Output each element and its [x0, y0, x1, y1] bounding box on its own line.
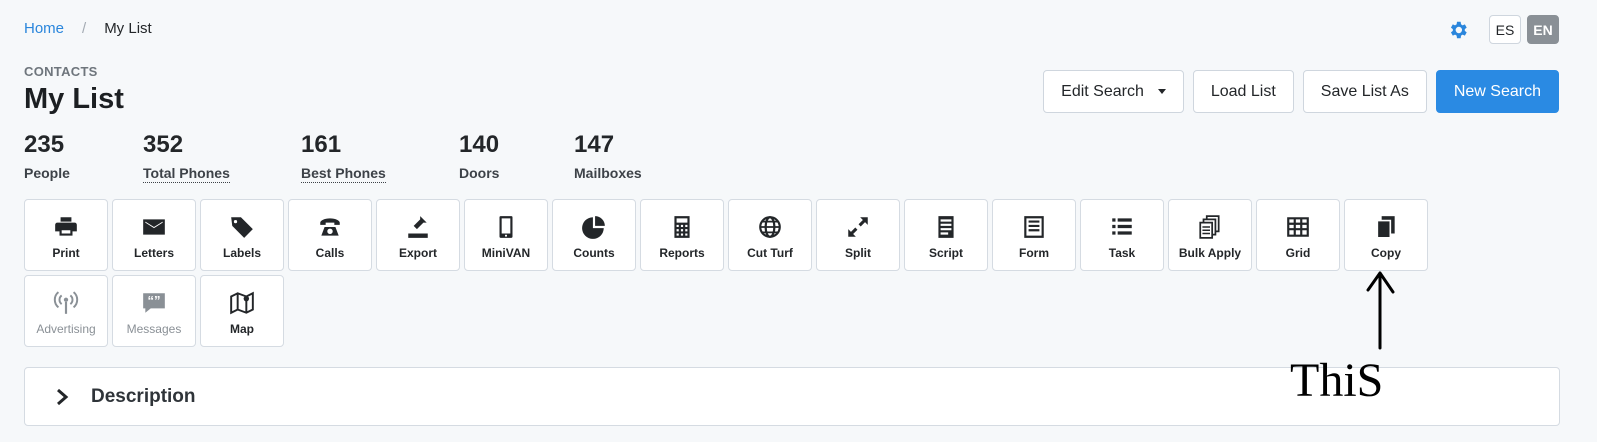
- tool-label: Form: [1019, 246, 1049, 260]
- stat-best-phones: 161 Best Phones: [301, 133, 459, 183]
- page-title: My List: [24, 83, 124, 115]
- tool-label: Split: [845, 246, 871, 260]
- globe-icon: [759, 216, 781, 238]
- quote-bubble-icon: “”: [143, 293, 165, 313]
- stat-label: People: [24, 165, 70, 181]
- tool-label: Copy: [1371, 246, 1401, 260]
- description-label: Description: [91, 385, 196, 407]
- stats-row: 235 People 352 Total Phones 161 Best Pho…: [24, 133, 694, 183]
- breadcrumb-current: My List: [104, 20, 152, 37]
- top-right-controls: ES EN: [1447, 15, 1559, 44]
- edit-search-label: Edit Search: [1061, 82, 1144, 100]
- phone-icon: [320, 218, 340, 236]
- tool-label: Reports: [659, 246, 705, 260]
- tool-label: Letters: [133, 246, 174, 260]
- language-en-button[interactable]: EN: [1527, 15, 1559, 44]
- tool-label: Script: [928, 246, 963, 260]
- list-icon: [1112, 218, 1132, 235]
- edit-search-button[interactable]: Edit Search: [1043, 70, 1184, 113]
- annotation-text: ThiS: [1290, 354, 1383, 403]
- stat-value: 140: [459, 131, 500, 158]
- tool-reports[interactable]: Reports: [640, 199, 724, 271]
- stat-value: 147: [574, 131, 615, 158]
- map-icon: [230, 291, 254, 315]
- broadcast-icon: [53, 291, 79, 314]
- breadcrumb: Home / My List: [24, 20, 152, 37]
- grid-icon: [1287, 217, 1309, 237]
- tool-label: Labels: [222, 246, 261, 260]
- tool-form[interactable]: Form: [992, 199, 1076, 271]
- tool-calls[interactable]: Calls: [288, 199, 372, 271]
- stat-label: Mailboxes: [574, 165, 642, 181]
- copy-icon: [1376, 216, 1395, 239]
- tool-label: Messages: [126, 322, 182, 336]
- stat-label: Doors: [459, 165, 500, 181]
- tags-icon: [231, 217, 253, 238]
- tool-label: Print: [52, 246, 80, 260]
- tool-bulk-apply[interactable]: Bulk Apply: [1168, 199, 1252, 271]
- export-icon: [408, 216, 428, 238]
- tool-label: Map: [230, 322, 254, 336]
- tool-split[interactable]: Split: [816, 199, 900, 271]
- new-search-button[interactable]: New Search: [1435, 70, 1559, 113]
- stat-value: 235: [24, 131, 65, 158]
- tool-copy[interactable]: Copy: [1344, 199, 1428, 271]
- tool-counts[interactable]: Counts: [552, 199, 636, 271]
- tool-cut-turf[interactable]: Cut Turf: [728, 199, 812, 271]
- tool-map[interactable]: Map: [200, 275, 284, 347]
- pie-chart-icon: [582, 216, 605, 239]
- chevron-right-icon: [57, 388, 69, 405]
- tool-label: Calls: [315, 246, 345, 260]
- breadcrumb-separator: /: [82, 20, 87, 37]
- stack-icon: [1199, 215, 1220, 239]
- save-list-as-button[interactable]: Save List As: [1302, 70, 1427, 113]
- tool-label: Cut Turf: [747, 246, 793, 260]
- stat-doors: 140 Doors: [459, 133, 574, 183]
- form-icon: [1024, 216, 1044, 238]
- script-icon: [938, 216, 954, 238]
- tool-label: MiniVAN: [481, 246, 531, 260]
- stat-value: 352: [143, 131, 184, 158]
- tool-messages[interactable]: “” Messages: [112, 275, 196, 347]
- tool-script[interactable]: Script: [904, 199, 988, 271]
- tool-letters[interactable]: Letters: [112, 199, 196, 271]
- stat-label[interactable]: Best Phones: [301, 165, 386, 183]
- calculator-icon: [674, 216, 690, 238]
- gear-icon[interactable]: [1447, 19, 1469, 41]
- action-buttons: Edit Search Load List Save List As New S…: [1043, 70, 1559, 113]
- print-icon: [55, 217, 77, 236]
- caret-down-icon: [1157, 89, 1166, 94]
- tool-advertising[interactable]: Advertising: [24, 275, 108, 347]
- mobile-icon: [499, 216, 513, 238]
- breadcrumb-home-link[interactable]: Home: [24, 20, 64, 37]
- stat-people: 235 People: [24, 133, 143, 183]
- tool-labels[interactable]: Labels: [200, 199, 284, 271]
- stat-total-phones: 352 Total Phones: [143, 133, 301, 183]
- tool-label: Grid: [1285, 246, 1311, 260]
- expand-arrows-icon: [848, 217, 868, 237]
- tool-print[interactable]: Print: [24, 199, 108, 271]
- tool-label: Bulk Apply: [1178, 246, 1242, 260]
- stat-value: 161: [301, 131, 342, 158]
- svg-text:“”: “”: [148, 293, 161, 308]
- load-list-button[interactable]: Load List: [1192, 70, 1294, 113]
- tool-export[interactable]: Export: [376, 199, 460, 271]
- handwritten-annotation: ThiS: [1290, 271, 1395, 403]
- tool-label: Export: [398, 246, 437, 260]
- language-es-button[interactable]: ES: [1489, 15, 1521, 44]
- tool-grid[interactable]: Grid: [1256, 199, 1340, 271]
- envelope-icon: [143, 219, 165, 235]
- stat-label[interactable]: Total Phones: [143, 165, 230, 183]
- tool-minivan[interactable]: MiniVAN: [464, 199, 548, 271]
- tool-tiles: Print Letters Labels Calls Export MiniVA…: [24, 199, 1504, 347]
- stat-mailboxes: 147 Mailboxes: [574, 133, 694, 183]
- tool-task[interactable]: Task: [1080, 199, 1164, 271]
- tool-label: Advertising: [36, 322, 96, 336]
- tool-label: Task: [1108, 246, 1136, 260]
- tool-label: Counts: [573, 246, 615, 260]
- page-eyebrow: CONTACTS: [24, 64, 98, 79]
